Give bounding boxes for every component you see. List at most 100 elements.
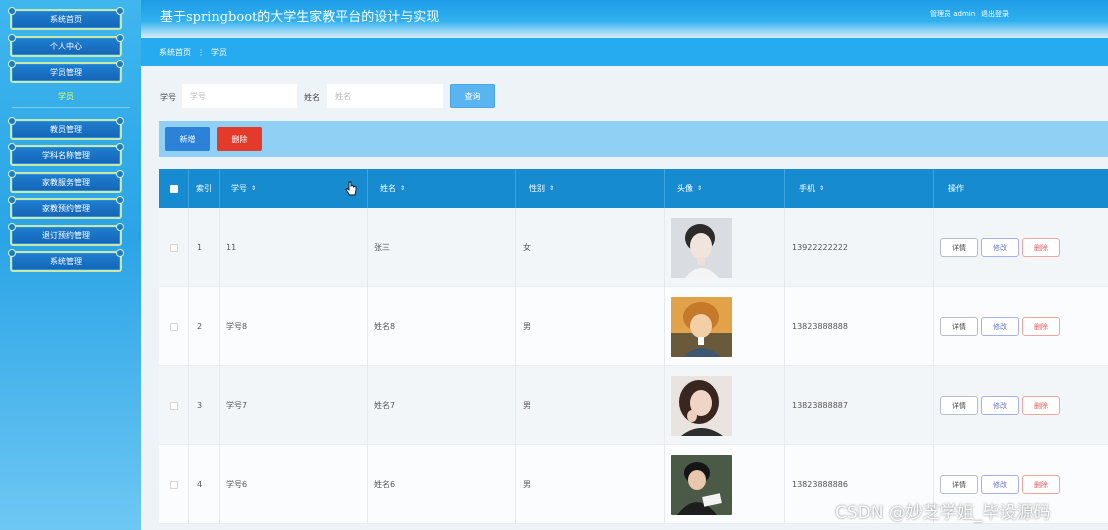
student-no-label: 学号 bbox=[160, 93, 176, 102]
edit-button[interactable]: 修改 bbox=[981, 317, 1019, 336]
avatar bbox=[671, 296, 732, 357]
cell-name: 张三 bbox=[368, 208, 516, 287]
sidebar-subitem-student[interactable]: 学员 bbox=[10, 91, 122, 102]
breadcrumb-separator: ⋮ bbox=[197, 47, 205, 57]
edit-button[interactable]: 修改 bbox=[981, 396, 1019, 415]
sidebar-item-system-management[interactable]: 系统管理 bbox=[8, 249, 124, 272]
delete-button[interactable]: 删除 bbox=[1022, 317, 1060, 336]
column-header-label: 学号 bbox=[231, 184, 247, 193]
batch-delete-button[interactable]: 删除 bbox=[217, 127, 262, 151]
select-all-checkbox[interactable] bbox=[159, 169, 189, 208]
cell-gender: 男 bbox=[516, 366, 665, 445]
sidebar-item-home[interactable]: 系统首页 bbox=[8, 7, 124, 30]
cell-gender: 女 bbox=[516, 208, 665, 287]
sidebar-item-label: 学员管理 bbox=[50, 68, 82, 77]
cell-name: 姓名6 bbox=[368, 445, 516, 524]
sidebar-item-label: 系统管理 bbox=[50, 257, 82, 266]
watermark: CSDN @妙芝学姐_毕设源码 bbox=[835, 503, 1051, 523]
column-header-name[interactable]: 姓名 ⇕ bbox=[368, 169, 516, 208]
sidebar-item-label: 学科名称管理 bbox=[42, 151, 90, 160]
sidebar-item-cancel-booking-management[interactable]: 退订预约管理 bbox=[8, 223, 124, 246]
checkbox-box bbox=[169, 243, 178, 252]
cell-avatar bbox=[665, 445, 785, 524]
cell-student-no: 11 bbox=[220, 208, 368, 287]
sidebar-item-subject-management[interactable]: 学科名称管理 bbox=[8, 143, 124, 166]
cell-avatar bbox=[665, 208, 785, 287]
table-header: 索引 学号 ⇕ 姓名 ⇕ 性别 ⇕ 头像 ⇕ 手机 ⇕ 操作 bbox=[159, 169, 1108, 208]
logout-link[interactable]: 退出登录 bbox=[981, 9, 1009, 19]
checkbox-box bbox=[169, 480, 178, 489]
cell-index: 4 bbox=[189, 445, 220, 524]
checkbox-box bbox=[169, 401, 178, 410]
sort-icon: ⇕ bbox=[819, 185, 825, 192]
cell-avatar bbox=[665, 287, 785, 366]
action-bar bbox=[159, 121, 1108, 157]
sidebar-item-tutor-management[interactable]: 教员管理 bbox=[8, 117, 124, 140]
column-header-avatar[interactable]: 头像 ⇕ bbox=[665, 169, 785, 208]
sidebar-item-label: 退订预约管理 bbox=[42, 231, 90, 240]
sidebar-item-label: 个人中心 bbox=[50, 42, 82, 51]
cell-index: 2 bbox=[189, 287, 220, 366]
row-checkbox[interactable] bbox=[159, 287, 189, 366]
table-row: 2 学号8 姓名8 男 13823888888 详情 修改 删除 bbox=[159, 287, 1108, 366]
row-checkbox[interactable] bbox=[159, 366, 189, 445]
cell-gender: 男 bbox=[516, 445, 665, 524]
table-row: 1 11 张三 女 13922222222 详情 修改 删除 bbox=[159, 208, 1108, 287]
column-header-label: 手机 bbox=[799, 184, 815, 193]
detail-button[interactable]: 详情 bbox=[940, 475, 978, 494]
cell-phone: 13823888888 bbox=[785, 287, 934, 366]
detail-button[interactable]: 详情 bbox=[940, 396, 978, 415]
cell-phone: 13823888887 bbox=[785, 366, 934, 445]
cell-avatar bbox=[665, 366, 785, 445]
sort-icon: ⇕ bbox=[697, 185, 703, 192]
cell-student-no: 学号6 bbox=[220, 445, 368, 524]
delete-button[interactable]: 删除 bbox=[1022, 396, 1060, 415]
column-header-label: 姓名 bbox=[380, 184, 396, 193]
cell-student-no: 学号7 bbox=[220, 366, 368, 445]
cell-index: 3 bbox=[189, 366, 220, 445]
checkbox-box bbox=[169, 184, 178, 193]
hand-cursor-icon bbox=[345, 181, 357, 196]
sidebar: 系统首页 个人中心 学员管理 学员 教员管理 学科名称管理 家教服务管理 家教预… bbox=[0, 0, 141, 530]
cell-gender: 男 bbox=[516, 287, 665, 366]
sidebar-item-label: 家教预约管理 bbox=[42, 204, 90, 213]
delete-button[interactable]: 删除 bbox=[1022, 238, 1060, 257]
detail-button[interactable]: 详情 bbox=[940, 317, 978, 336]
top-header: 基于springboot的大学生家教平台的设计与实现 管理员 admin 退出登… bbox=[141, 0, 1108, 38]
column-header-phone[interactable]: 手机 ⇕ bbox=[785, 169, 934, 208]
cell-name: 姓名7 bbox=[368, 366, 516, 445]
sidebar-item-label: 系统首页 bbox=[50, 15, 82, 24]
sidebar-divider bbox=[12, 107, 130, 108]
column-header-index: 索引 bbox=[189, 169, 220, 208]
checkbox-box bbox=[169, 322, 178, 331]
breadcrumb-home[interactable]: 系统首页 bbox=[159, 47, 191, 58]
add-button[interactable]: 新增 bbox=[165, 127, 210, 151]
edit-button[interactable]: 修改 bbox=[981, 475, 1019, 494]
name-input[interactable] bbox=[327, 84, 443, 108]
edit-button[interactable]: 修改 bbox=[981, 238, 1019, 257]
current-user: 管理员 admin bbox=[930, 10, 976, 18]
sidebar-item-student-management[interactable]: 学员管理 bbox=[8, 60, 124, 83]
column-header-label: 头像 bbox=[677, 184, 693, 193]
cell-phone: 13922222222 bbox=[785, 208, 934, 287]
sidebar-item-service-management[interactable]: 家教服务管理 bbox=[8, 170, 124, 193]
app-title: 基于springboot的大学生家教平台的设计与实现 bbox=[160, 10, 440, 25]
sidebar-item-booking-management[interactable]: 家教预约管理 bbox=[8, 196, 124, 219]
delete-button[interactable]: 删除 bbox=[1022, 475, 1060, 494]
query-button[interactable]: 查询 bbox=[450, 84, 495, 108]
row-checkbox[interactable] bbox=[159, 445, 189, 524]
avatar bbox=[671, 375, 732, 436]
cell-student-no: 学号8 bbox=[220, 287, 368, 366]
sidebar-item-label: 教员管理 bbox=[50, 125, 82, 134]
sidebar-item-profile[interactable]: 个人中心 bbox=[8, 34, 124, 57]
sort-icon: ⇕ bbox=[251, 185, 257, 192]
column-header-gender[interactable]: 性别 ⇕ bbox=[516, 169, 665, 208]
column-header-label: 性别 bbox=[529, 184, 545, 193]
detail-button[interactable]: 详情 bbox=[940, 238, 978, 257]
sort-icon: ⇕ bbox=[549, 185, 555, 192]
table-row: 3 学号7 姓名7 男 13823888887 详情 修改 删除 bbox=[159, 366, 1108, 445]
row-checkbox[interactable] bbox=[159, 208, 189, 287]
avatar bbox=[671, 454, 732, 515]
student-no-input[interactable] bbox=[182, 84, 297, 108]
breadcrumb-current: 学员 bbox=[211, 47, 227, 57]
